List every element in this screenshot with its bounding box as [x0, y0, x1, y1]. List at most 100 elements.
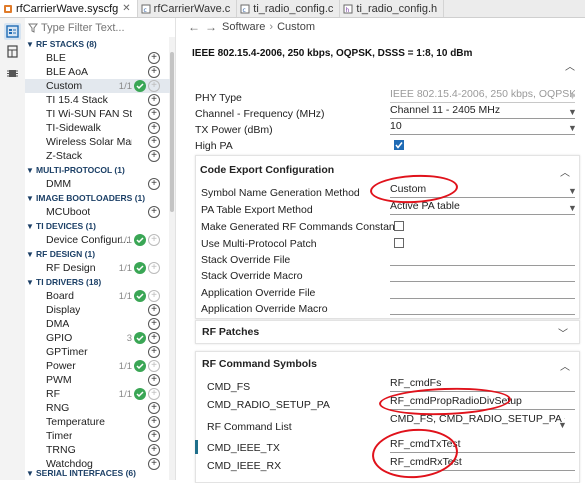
- tree-item-dma[interactable]: DMA +: [25, 317, 170, 331]
- close-icon[interactable]: ✕: [122, 3, 130, 14]
- tree-item-ble[interactable]: BLE +: [25, 51, 170, 65]
- breadcrumb-root[interactable]: Software: [222, 21, 265, 33]
- channel-select[interactable]: Channel 11 - 2405 MHz: [390, 104, 575, 119]
- make-const-checkbox[interactable]: [394, 221, 404, 231]
- tree-item-gptimer[interactable]: GPTimer +: [25, 345, 170, 359]
- add-icon: +: [148, 360, 160, 372]
- generated-files-icon[interactable]: [4, 43, 21, 60]
- add-icon[interactable]: +: [148, 94, 160, 106]
- tree-item-ti154[interactable]: TI 15.4 Stack +: [25, 93, 170, 107]
- add-icon[interactable]: +: [148, 416, 160, 428]
- chevron-down-icon[interactable]: ▼: [568, 107, 577, 117]
- forward-arrow-icon[interactable]: →: [205, 20, 217, 34]
- tree-item-rng[interactable]: RNG +: [25, 401, 170, 415]
- cmd-radio-setup-label: CMD_RADIO_SETUP_PA: [207, 399, 330, 411]
- rf-patches-title: RF Patches: [202, 326, 260, 338]
- category-rf-stacks[interactable]: ▼ RF STACKS (8): [25, 37, 170, 51]
- filter-input[interactable]: [38, 22, 151, 34]
- tree-item-rf-design[interactable]: RF Design 1/1 +: [25, 261, 170, 275]
- tab-ti-radio-config-c[interactable]: c ti_radio_config.c: [237, 0, 341, 17]
- tree-item-pwm[interactable]: PWM +: [25, 373, 170, 387]
- add-icon[interactable]: +: [148, 52, 160, 64]
- check-circle-icon: [134, 262, 146, 274]
- chevron-up-icon[interactable]: ︿: [565, 58, 575, 73]
- tree-item-temperature[interactable]: Temperature +: [25, 415, 170, 429]
- tree-item-board[interactable]: Board 1/1 +: [25, 289, 170, 303]
- app-override-file-label: Application Override File: [201, 287, 316, 299]
- multi-proto-checkbox[interactable]: [394, 238, 404, 248]
- tree-item-trng[interactable]: TRNG +: [25, 443, 170, 457]
- tab-rfcarrierwave-c[interactable]: c rfCarrierWave.c: [138, 0, 238, 17]
- syscfg-file-icon: [3, 4, 13, 14]
- txpower-select[interactable]: 10: [390, 120, 575, 135]
- tree-item-dmm[interactable]: DMM +: [25, 177, 170, 191]
- app-override-macro-input[interactable]: [390, 300, 575, 315]
- tree-item-zstack[interactable]: Z-Stack +: [25, 149, 170, 163]
- add-icon[interactable]: +: [148, 318, 160, 330]
- add-icon: +: [148, 388, 160, 400]
- cmd-list-label: RF Command List: [207, 421, 292, 433]
- add-icon[interactable]: +: [148, 178, 160, 190]
- chevron-down-icon[interactable]: ▼: [568, 123, 577, 133]
- cmd-ieee-tx-label: CMD_IEEE_TX: [207, 442, 280, 454]
- add-icon[interactable]: +: [148, 402, 160, 414]
- add-icon[interactable]: +: [148, 66, 160, 78]
- stack-override-file-input[interactable]: [390, 251, 575, 266]
- category-serial-interfaces[interactable]: ▼ SERIAL INTERFACES (6): [25, 466, 170, 480]
- tree-scrollbar-thumb[interactable]: [170, 52, 174, 212]
- tree-item-display[interactable]: Display +: [25, 303, 170, 317]
- add-icon[interactable]: +: [148, 108, 160, 120]
- chevron-down-icon[interactable]: ﹀: [558, 325, 568, 340]
- tree-item-wsmbus[interactable]: Wireless Solar Managem...+: [25, 135, 170, 149]
- add-icon[interactable]: +: [148, 444, 160, 456]
- add-icon[interactable]: +: [148, 136, 160, 148]
- tree-item-power[interactable]: Power 1/1 +: [25, 359, 170, 373]
- tree-item-wisun[interactable]: TI Wi-SUN FAN Stack+: [25, 107, 170, 121]
- category-rf-design[interactable]: ▼ RF DESIGN (1): [25, 247, 170, 261]
- tree-item-mcuboot[interactable]: MCUboot +: [25, 205, 170, 219]
- add-icon[interactable]: +: [148, 374, 160, 386]
- add-icon[interactable]: +: [148, 150, 160, 162]
- filter-icon: [28, 23, 38, 33]
- highpa-checkbox[interactable]: [394, 140, 404, 150]
- symbol-method-label: Symbol Name Generation Method: [201, 187, 360, 199]
- add-icon[interactable]: +: [148, 332, 160, 344]
- chevron-down-icon[interactable]: ▼: [568, 203, 577, 213]
- category-ti-drivers[interactable]: ▼ TI DRIVERS (18): [25, 275, 170, 289]
- add-icon: +: [148, 290, 160, 302]
- stack-override-file-label: Stack Override File: [201, 254, 291, 266]
- tab-rfcarrierwave-syscfg[interactable]: rfCarrierWave.syscfg ✕: [0, 0, 138, 17]
- app-override-file-input[interactable]: [390, 284, 575, 299]
- tree-item-ble-aoa[interactable]: BLE AoA +: [25, 65, 170, 79]
- configuration-view-icon[interactable]: [4, 23, 21, 40]
- chevron-down-icon[interactable]: ▼: [568, 186, 577, 196]
- check-icon: [395, 142, 403, 149]
- check-circle-icon: [134, 332, 146, 344]
- cmd-ieee-rx-label: CMD_IEEE_RX: [207, 460, 282, 472]
- tree-item-rf[interactable]: RF 1/1 +: [25, 387, 170, 401]
- chevron-down-icon: ▼: [26, 39, 34, 49]
- tree-item-device-config[interactable]: Device Configur... 1/1 +: [25, 233, 170, 247]
- chevron-down-icon[interactable]: ▼: [558, 420, 567, 430]
- add-icon[interactable]: +: [148, 346, 160, 358]
- cmd-list-select[interactable]: CMD_FS, CMD_RADIO_SETUP_PA +2: [390, 413, 565, 428]
- tab-ti-radio-config-h[interactable]: h ti_radio_config.h: [340, 0, 445, 17]
- tree-item-sidewalk[interactable]: TI-Sidewalk +: [25, 121, 170, 135]
- chevron-up-icon[interactable]: ︿: [560, 164, 570, 179]
- device-view-icon[interactable]: [4, 65, 21, 82]
- back-arrow-icon[interactable]: ←: [188, 20, 200, 34]
- category-multi-protocol[interactable]: ▼ MULTI-PROTOCOL (1): [25, 163, 170, 177]
- breadcrumb-current: Custom: [277, 20, 315, 33]
- add-icon[interactable]: +: [148, 430, 160, 442]
- tree-item-gpio[interactable]: GPIO 3 +: [25, 331, 170, 345]
- chevron-down-icon: ▼: [26, 193, 34, 203]
- category-ti-devices[interactable]: ▼ TI DEVICES (1): [25, 219, 170, 233]
- add-icon[interactable]: +: [148, 304, 160, 316]
- tree-item-timer[interactable]: Timer +: [25, 429, 170, 443]
- stack-override-macro-input[interactable]: [390, 267, 575, 282]
- category-image-bootloaders[interactable]: ▼ IMAGE BOOTLOADERS (1): [25, 191, 170, 205]
- add-icon[interactable]: +: [148, 122, 160, 134]
- add-icon[interactable]: +: [148, 206, 160, 218]
- tree-item-custom[interactable]: Custom 1/1 +: [25, 79, 170, 93]
- chevron-up-icon[interactable]: ︿: [560, 358, 570, 373]
